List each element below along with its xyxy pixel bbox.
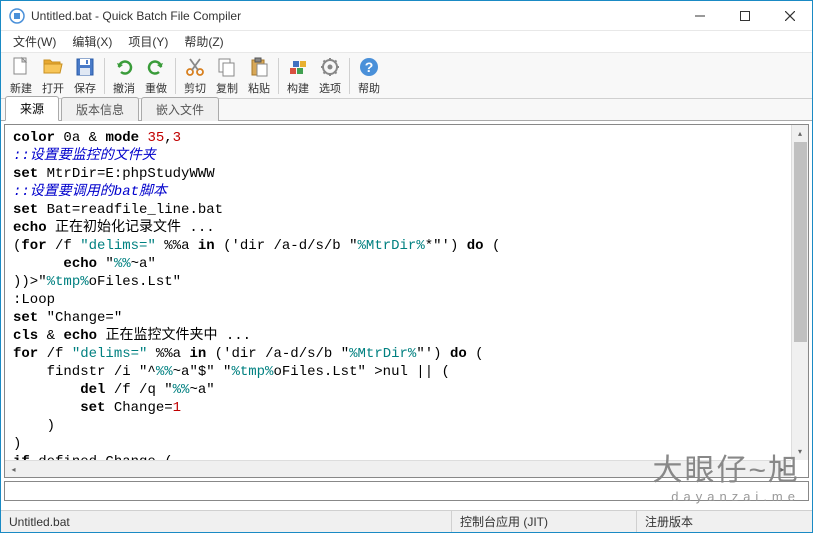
redo-icon: [144, 56, 168, 79]
vertical-scrollbar[interactable]: [791, 125, 808, 460]
code-line: echo "%%~a": [13, 255, 800, 273]
open-folder-icon: [41, 56, 65, 79]
code-line: (for /f "delims=" %%a in ('dir /a-d/s/b …: [13, 237, 800, 255]
new-file-icon: [9, 56, 33, 79]
toolbar-separator: [104, 58, 105, 94]
code-editor[interactable]: color 0a & mode 35,3::设置要监控的文件夹set MtrDi…: [5, 125, 808, 477]
menu-item[interactable]: 帮助(Z): [176, 31, 231, 52]
tool-label: 保存: [74, 80, 96, 96]
tool-label: 剪切: [184, 80, 206, 96]
help-icon: ?: [357, 56, 381, 79]
tool-label: 重做: [145, 80, 167, 96]
code-line: ): [13, 417, 800, 435]
options-icon: [318, 56, 342, 79]
minimize-button[interactable]: [677, 1, 722, 30]
save-button[interactable]: 保存: [69, 55, 101, 97]
code-line: :Loop: [13, 291, 800, 309]
code-line: set "Change=": [13, 309, 800, 327]
toolbar-separator: [175, 58, 176, 94]
app-icon: [9, 8, 25, 24]
tool-label: 构建: [287, 80, 309, 96]
undo-button[interactable]: 撤消: [108, 55, 140, 97]
build-icon: [286, 56, 310, 79]
open-button[interactable]: 打开: [37, 55, 69, 97]
tool-label: 复制: [216, 80, 238, 96]
undo-icon: [112, 56, 136, 79]
toolbar-separator: [349, 58, 350, 94]
tool-label: 打开: [42, 80, 64, 96]
code-line: set MtrDir=E:phpStudyWWW: [13, 165, 800, 183]
code-line: ::设置要调用的bat脚本: [13, 183, 800, 201]
code-line: set Change=1: [13, 399, 800, 417]
tool-label: 粘贴: [248, 80, 270, 96]
tool-label: 帮助: [358, 80, 380, 96]
status-mode: 控制台应用 (JIT): [452, 511, 637, 532]
paste-button[interactable]: 粘贴: [243, 55, 275, 97]
toolbar-separator: [278, 58, 279, 94]
status-file: Untitled.bat: [1, 511, 452, 532]
maximize-button[interactable]: [722, 1, 767, 30]
code-line: color 0a & mode 35,3: [13, 129, 800, 147]
build-button[interactable]: 构建: [282, 55, 314, 97]
menubar: 文件(W)编辑(X)项目(Y)帮助(Z): [1, 31, 812, 53]
horizontal-scrollbar[interactable]: [5, 460, 791, 477]
code-line: echo 正在初始化记录文件 ...: [13, 219, 800, 237]
redo-button[interactable]: 重做: [140, 55, 172, 97]
save-icon: [73, 56, 97, 79]
statusbar: Untitled.bat 控制台应用 (JIT) 注册版本: [1, 510, 812, 532]
editor-tabs: 来源版本信息嵌入文件: [1, 99, 812, 121]
tool-label: 选项: [319, 80, 341, 96]
toolbar: 新建打开保存 撤消重做 剪切复制粘贴 构建选项? 帮助: [1, 53, 812, 99]
code-line: del /f /q "%%~a": [13, 381, 800, 399]
tab[interactable]: 嵌入文件: [141, 97, 219, 121]
cut-icon: [183, 56, 207, 79]
close-button[interactable]: [767, 1, 812, 30]
new-button[interactable]: 新建: [5, 55, 37, 97]
svg-text:?: ?: [365, 59, 374, 75]
copy-button[interactable]: 复制: [211, 55, 243, 97]
code-line: ::设置要监控的文件夹: [13, 147, 800, 165]
tab[interactable]: 来源: [5, 96, 59, 121]
editor-container: color 0a & mode 35,3::设置要监控的文件夹set MtrDi…: [4, 124, 809, 478]
code-line: ): [13, 435, 800, 453]
menu-item[interactable]: 项目(Y): [120, 31, 176, 52]
code-line: for /f "delims=" %%a in ('dir /a-d/s/b "…: [13, 345, 800, 363]
copy-icon: [215, 56, 239, 79]
tab[interactable]: 版本信息: [61, 97, 139, 121]
status-license: 注册版本: [637, 511, 812, 532]
paste-icon: [247, 56, 271, 79]
tool-label: 新建: [10, 80, 32, 96]
window-title: Untitled.bat - Quick Batch File Compiler: [31, 9, 677, 23]
code-line: cls & echo 正在监控文件夹中 ...: [13, 327, 800, 345]
code-line: set Bat=readfile_line.bat: [13, 201, 800, 219]
tool-label: 撤消: [113, 80, 135, 96]
titlebar: Untitled.bat - Quick Batch File Compiler: [1, 1, 812, 31]
code-line: ))>"%tmp%oFiles.Lst": [13, 273, 800, 291]
menu-item[interactable]: 文件(W): [5, 31, 64, 52]
output-panel[interactable]: [4, 481, 809, 501]
menu-item[interactable]: 编辑(X): [64, 31, 120, 52]
cut-button[interactable]: 剪切: [179, 55, 211, 97]
scrollbar-thumb[interactable]: [794, 142, 807, 342]
code-line: findstr /i "^%%~a"$" "%tmp%oFiles.Lst" >…: [13, 363, 800, 381]
help-button[interactable]: ? 帮助: [353, 55, 385, 97]
options-button[interactable]: 选项: [314, 55, 346, 97]
